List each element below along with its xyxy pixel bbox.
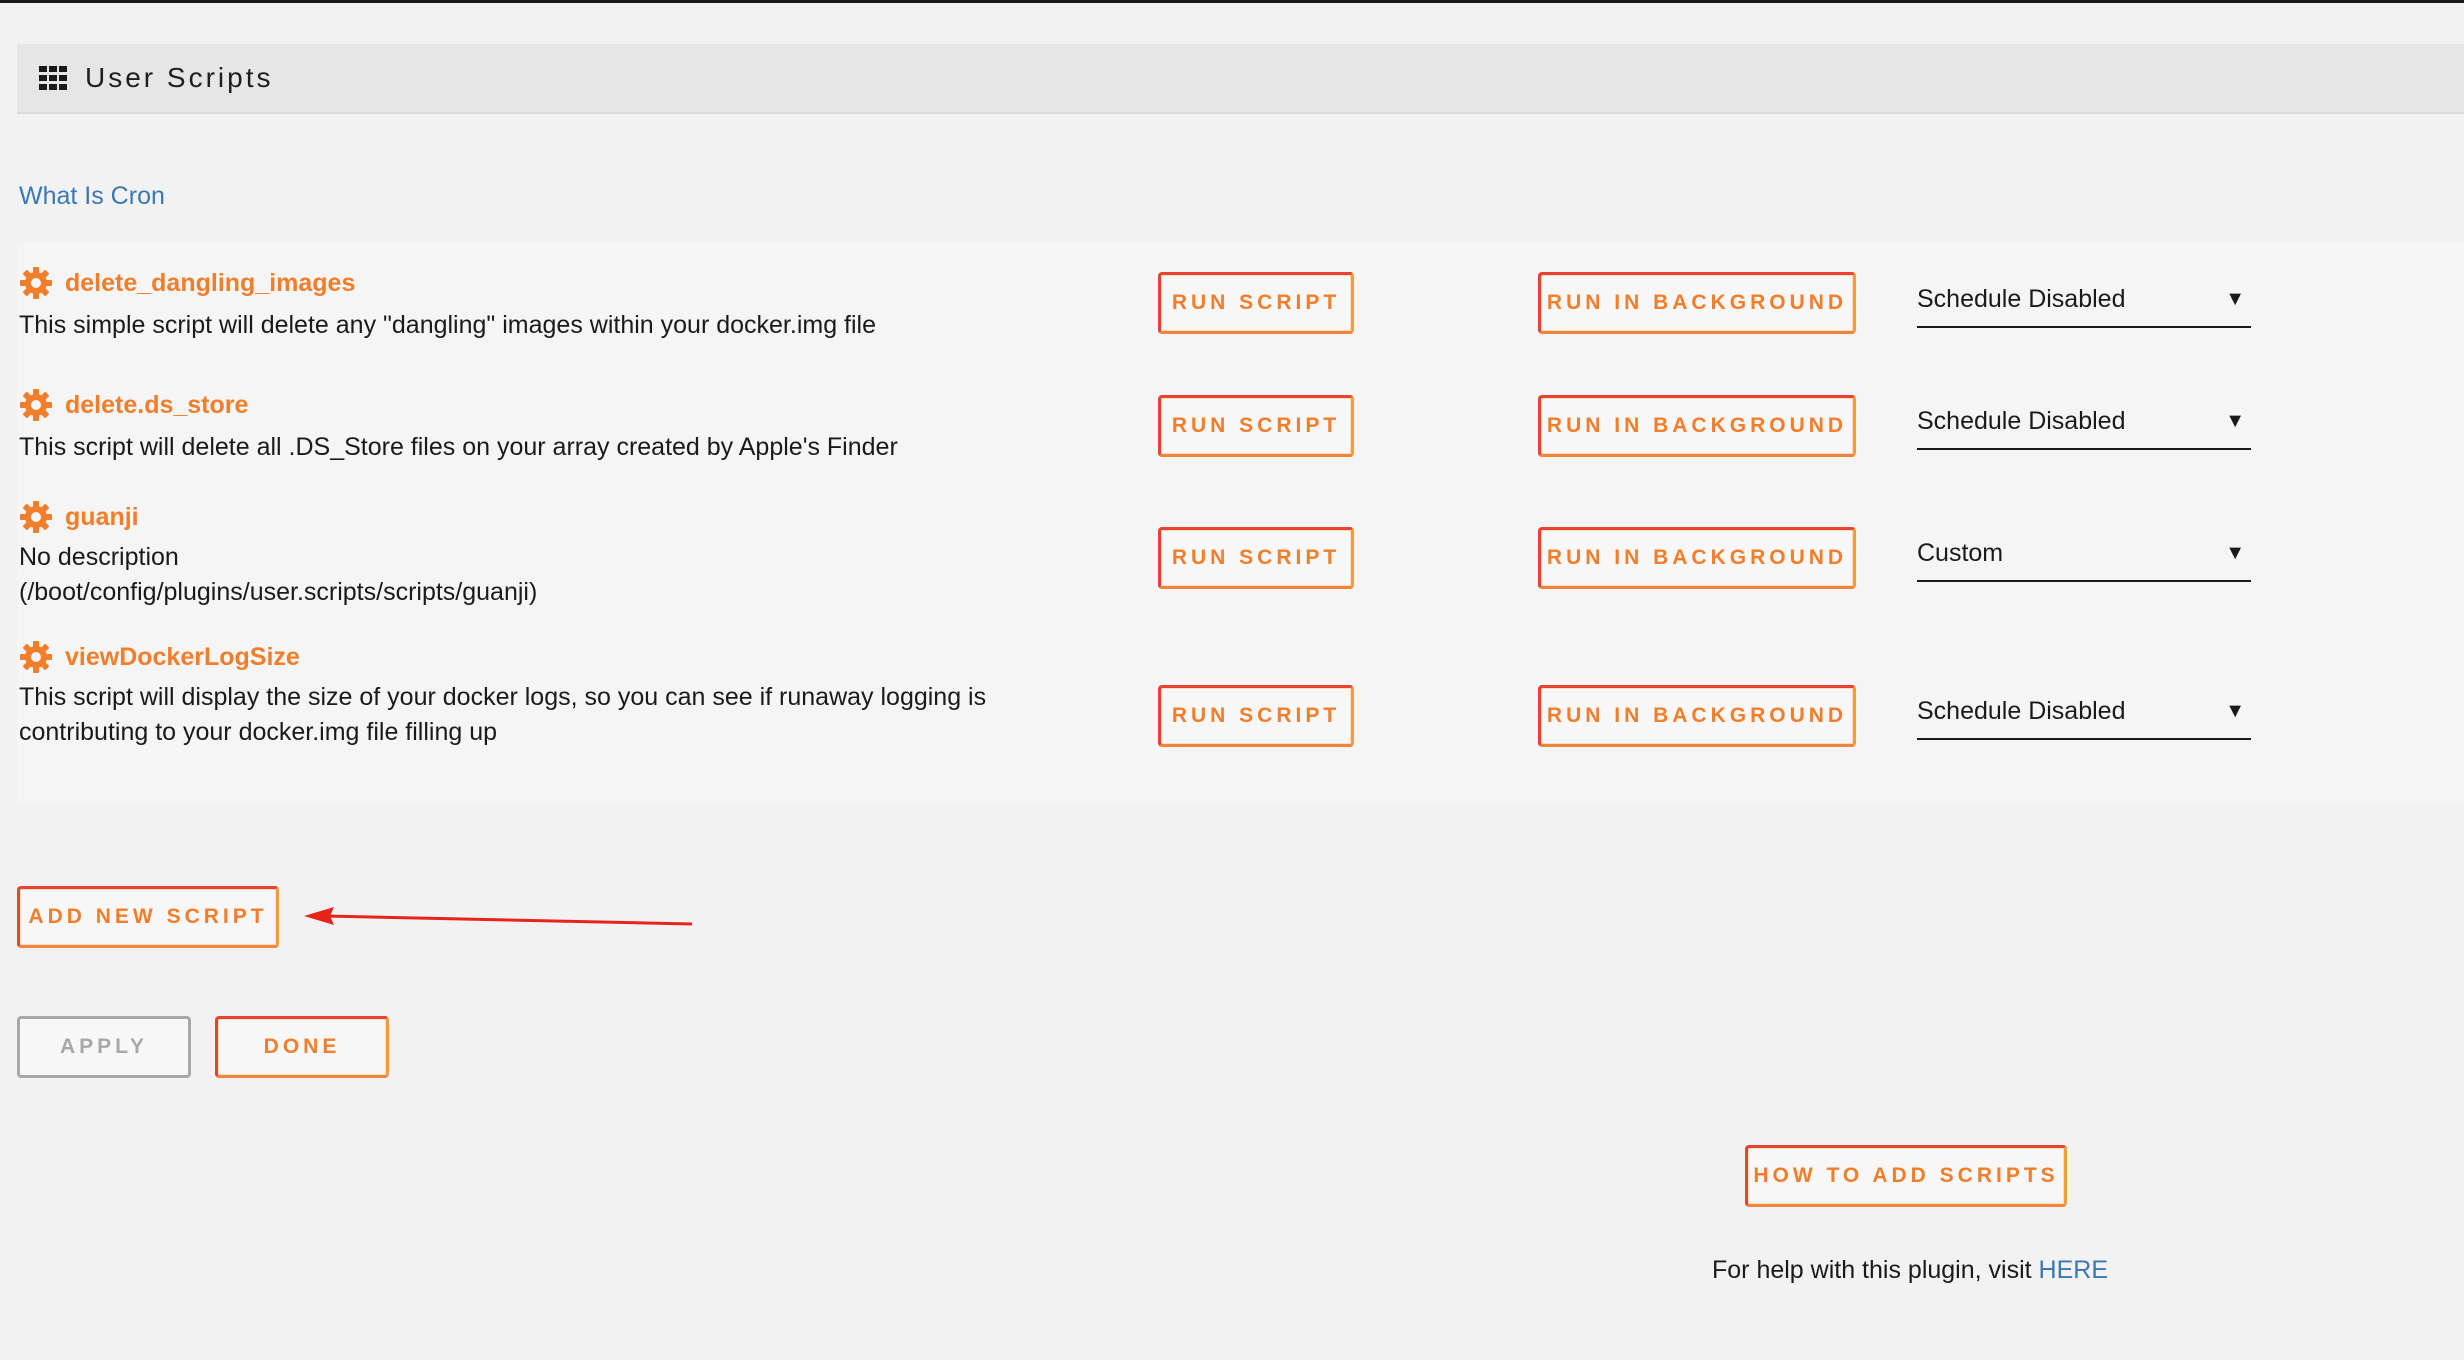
help-footer: For help with this plugin, visit HERE	[1712, 1256, 2108, 1285]
schedule-value: Schedule Disabled	[1917, 696, 2126, 725]
add-new-script-button[interactable]: ADD NEW SCRIPT	[17, 886, 279, 948]
gear-icon	[20, 501, 52, 533]
chevron-down-icon: ▼	[2225, 287, 2245, 310]
script-name[interactable]: delete.ds_store	[19, 388, 248, 422]
run-script-button[interactable]: RUN SCRIPT	[1158, 272, 1354, 334]
gear-icon	[20, 267, 52, 299]
help-text: For help with this plugin, visit	[1712, 1256, 2039, 1284]
schedule-select[interactable]: Schedule Disabled ▼	[1917, 394, 2251, 450]
script-name[interactable]: delete_dangling_images	[19, 266, 355, 300]
apply-button[interactable]: APPLY	[17, 1016, 191, 1078]
script-name[interactable]: guanji	[19, 500, 139, 534]
run-in-background-button[interactable]: RUN IN BACKGROUND	[1538, 527, 1856, 589]
schedule-select[interactable]: Schedule Disabled ▼	[1917, 684, 2251, 740]
what-is-cron-link[interactable]: What Is Cron	[19, 182, 165, 211]
schedule-value: Custom	[1917, 538, 2004, 567]
script-description: This script will display the size of you…	[19, 680, 1119, 750]
schedule-value: Schedule Disabled	[1917, 284, 2126, 313]
script-name-label: viewDockerLogSize	[65, 642, 300, 671]
script-description-line: contributing to your docker.img file fil…	[19, 718, 498, 746]
run-script-button[interactable]: RUN SCRIPT	[1158, 685, 1354, 747]
chevron-down-icon: ▼	[2225, 541, 2245, 564]
page-header: User Scripts	[17, 44, 2464, 114]
script-name-label: guanji	[65, 502, 139, 531]
scripts-list: delete_dangling_images This simple scrip…	[17, 242, 2464, 804]
top-border	[0, 0, 2464, 3]
run-script-button[interactable]: RUN SCRIPT	[1158, 395, 1354, 457]
run-in-background-button[interactable]: RUN IN BACKGROUND	[1538, 395, 1856, 457]
schedule-select[interactable]: Schedule Disabled ▼	[1917, 272, 2251, 328]
help-link[interactable]: HERE	[2039, 1256, 2108, 1284]
script-description: This script will delete all .DS_Store fi…	[19, 433, 898, 461]
page-title: User Scripts	[85, 62, 274, 93]
run-in-background-button[interactable]: RUN IN BACKGROUND	[1538, 272, 1856, 334]
script-description-line: This script will display the size of you…	[19, 683, 987, 711]
schedule-select[interactable]: Custom ▼	[1917, 526, 2251, 582]
chevron-down-icon: ▼	[2225, 699, 2245, 722]
grid-icon	[39, 66, 67, 90]
script-description-path: (/boot/config/plugins/user.scripts/scrip…	[19, 578, 538, 606]
done-button[interactable]: DONE	[215, 1016, 389, 1078]
chevron-down-icon: ▼	[2225, 409, 2245, 432]
script-name[interactable]: viewDockerLogSize	[19, 640, 300, 674]
script-name-label: delete.ds_store	[65, 390, 249, 419]
script-name-label: delete_dangling_images	[65, 268, 356, 297]
script-description-line: No description	[19, 543, 179, 571]
run-script-button[interactable]: RUN SCRIPT	[1158, 527, 1354, 589]
annotation-arrow	[304, 907, 693, 926]
how-to-add-scripts-button[interactable]: HOW TO ADD SCRIPTS	[1745, 1145, 2067, 1207]
schedule-value: Schedule Disabled	[1917, 406, 2126, 435]
gear-icon	[20, 389, 52, 421]
script-description: This simple script will delete any "dang…	[19, 311, 877, 339]
script-description: No description (/boot/config/plugins/use…	[19, 540, 1119, 610]
gear-icon	[20, 641, 52, 673]
run-in-background-button[interactable]: RUN IN BACKGROUND	[1538, 685, 1856, 747]
